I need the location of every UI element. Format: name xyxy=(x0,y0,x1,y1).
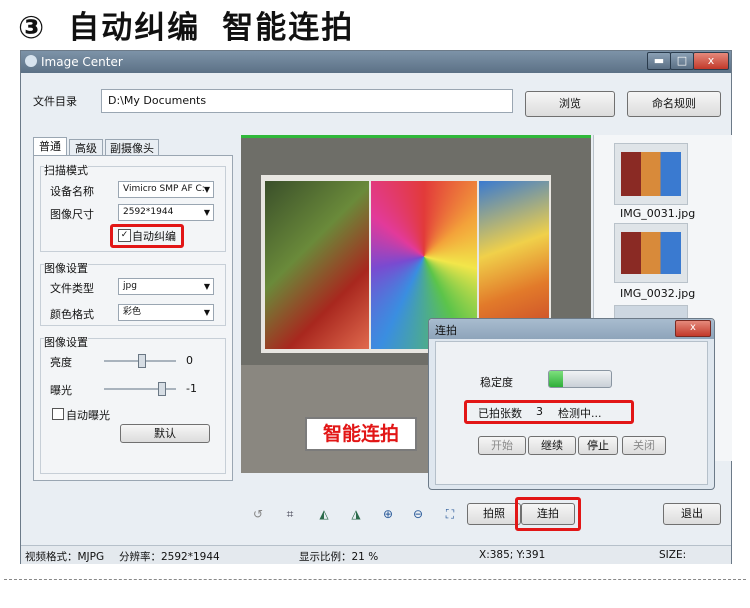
brightness-slider-thumb[interactable] xyxy=(138,354,146,368)
size-label: 图像尺寸 xyxy=(50,208,94,221)
default-button[interactable]: 默认 xyxy=(120,424,210,443)
headline: ③ 自动纠编 智能连拍 xyxy=(18,2,376,46)
chevron-down-icon: ▼ xyxy=(203,282,210,291)
count-label: 已拍张数 xyxy=(478,407,522,420)
chevron-down-icon: ▼ xyxy=(203,308,210,317)
exit-button[interactable]: 退出 xyxy=(663,503,721,525)
dir-label: 文件目录 xyxy=(33,95,77,108)
autocorrect-label: 自动纠编 xyxy=(132,230,176,243)
status-zoom: 显示比例：21 % xyxy=(299,551,379,563)
thumbnail-image[interactable] xyxy=(614,143,688,205)
thumbnail-image[interactable] xyxy=(614,305,688,319)
toolbar-icons: ↺ ⌗ ◭ ◮ ⊕ ⊖ ⛶ xyxy=(249,505,469,525)
fit-icon[interactable]: ⛶ xyxy=(441,507,459,522)
rotate-left-icon[interactable]: ◭ xyxy=(315,507,333,521)
burst-button[interactable]: 连拍 xyxy=(521,503,575,525)
brightness-label: 亮度 xyxy=(50,356,72,369)
preview-top-edge xyxy=(241,135,591,138)
minimize-button[interactable]: ▬ xyxy=(647,52,671,70)
settings-panel: 扫描模式 设备名称 Vimicro SMP AF C: ▼ 图像尺寸 2592*1… xyxy=(33,155,233,481)
headline-number: ③ xyxy=(18,10,47,46)
image-adjust-label: 图像设置 xyxy=(44,334,88,350)
dir-field[interactable]: D:\My Documents xyxy=(101,89,513,113)
stop-button[interactable]: 停止 xyxy=(578,436,618,455)
status-format: 视频格式：MJPG xyxy=(25,551,105,563)
crop-icon[interactable]: ⌗ xyxy=(281,507,299,522)
chevron-down-icon: ▼ xyxy=(203,185,210,194)
rename-rule-button[interactable]: 命名规则 xyxy=(627,91,721,117)
size-select[interactable]: 2592*1944 ▼ xyxy=(118,204,214,221)
dialog-title-bar: 连拍 x xyxy=(429,319,714,339)
stability-meter xyxy=(548,370,612,388)
dialog-title: 连拍 xyxy=(435,324,457,337)
exposure-label: 曝光 xyxy=(50,384,72,397)
brightness-value: 0 xyxy=(186,354,193,367)
status-bar: 视频格式：MJPG 分辨率：2592*1944 显示比例：21 % X:385;… xyxy=(21,545,731,564)
exposure-value: -1 xyxy=(186,382,197,395)
title-bar: Image Center ▬ □ x xyxy=(21,51,731,73)
thumbnail-name: IMG_0031.jpg xyxy=(620,207,696,220)
strawberry-photo xyxy=(265,181,369,349)
rotate-icon[interactable]: ↺ xyxy=(249,507,267,521)
detect-status: 检测中... xyxy=(558,407,602,420)
autoexposure-checkbox[interactable] xyxy=(52,408,64,420)
autocorrect-checkbox[interactable]: ✓ xyxy=(118,229,131,242)
thumbnail-name: IMG_0032.jpg xyxy=(620,287,696,300)
maximize-button[interactable]: □ xyxy=(670,52,694,70)
app-icon xyxy=(25,55,37,67)
device-select[interactable]: Vimicro SMP AF C: ▼ xyxy=(118,181,214,198)
color-format-value: 彩色 xyxy=(123,307,142,317)
tab-advanced[interactable]: 高级 xyxy=(69,139,103,156)
dialog-body: 稳定度 已拍张数 3 检测中... 开始 继续 停止 关闭 xyxy=(435,341,708,485)
tab-secondary-camera[interactable]: 副摄像头 xyxy=(105,139,159,156)
thumbnail-content xyxy=(621,152,681,196)
stability-fill xyxy=(549,371,563,387)
color-format-label: 颜色格式 xyxy=(50,308,94,321)
color-format-select[interactable]: 彩色 ▼ xyxy=(118,304,214,321)
window-title: Image Center xyxy=(41,55,123,69)
status-resolution: 分辨率：2592*1944 xyxy=(119,551,220,563)
status-size: SIZE: xyxy=(659,549,687,561)
thumbnail-content xyxy=(621,232,681,274)
close-dialog-button[interactable]: 关闭 xyxy=(622,436,666,455)
autoexposure-label: 自动曝光 xyxy=(66,409,110,422)
chevron-down-icon: ▼ xyxy=(203,208,210,217)
zoom-in-icon[interactable]: ⊕ xyxy=(379,507,397,521)
burst-badge: 智能连拍 xyxy=(305,417,417,451)
start-button[interactable]: 开始 xyxy=(478,436,526,455)
close-button[interactable]: x xyxy=(693,52,729,70)
image-settings-label: 图像设置 xyxy=(44,260,88,276)
status-coords: X:385; Y:391 xyxy=(479,549,546,561)
filetype-label: 文件类型 xyxy=(50,282,94,295)
divider xyxy=(4,579,746,580)
zoom-out-icon[interactable]: ⊖ xyxy=(409,507,427,521)
filetype-select[interactable]: jpg ▼ xyxy=(118,278,214,295)
device-label: 设备名称 xyxy=(50,185,94,198)
size-value: 2592*1944 xyxy=(123,207,174,217)
exposure-slider-thumb[interactable] xyxy=(158,382,166,396)
continue-button[interactable]: 继续 xyxy=(528,436,576,455)
browse-button[interactable]: 浏览 xyxy=(525,91,615,117)
stability-label: 稳定度 xyxy=(480,376,513,389)
thumbnail-image[interactable] xyxy=(614,223,688,283)
filetype-value: jpg xyxy=(123,281,137,291)
dialog-close-button[interactable]: x xyxy=(675,320,711,337)
headline-feature-2: 智能连拍 xyxy=(222,10,355,46)
count-value: 3 xyxy=(536,405,543,418)
tab-normal[interactable]: 普通 xyxy=(33,137,67,156)
photo-button[interactable]: 拍照 xyxy=(467,503,521,525)
burst-dialog: 连拍 x 稳定度 已拍张数 3 检测中... 开始 继续 停止 关闭 xyxy=(428,318,715,490)
scan-mode-label: 扫描模式 xyxy=(44,162,88,178)
headline-feature-1: 自动纠编 xyxy=(68,10,201,46)
device-value: Vimicro SMP AF C: xyxy=(123,184,205,194)
rotate-right-icon[interactable]: ◮ xyxy=(347,507,365,521)
